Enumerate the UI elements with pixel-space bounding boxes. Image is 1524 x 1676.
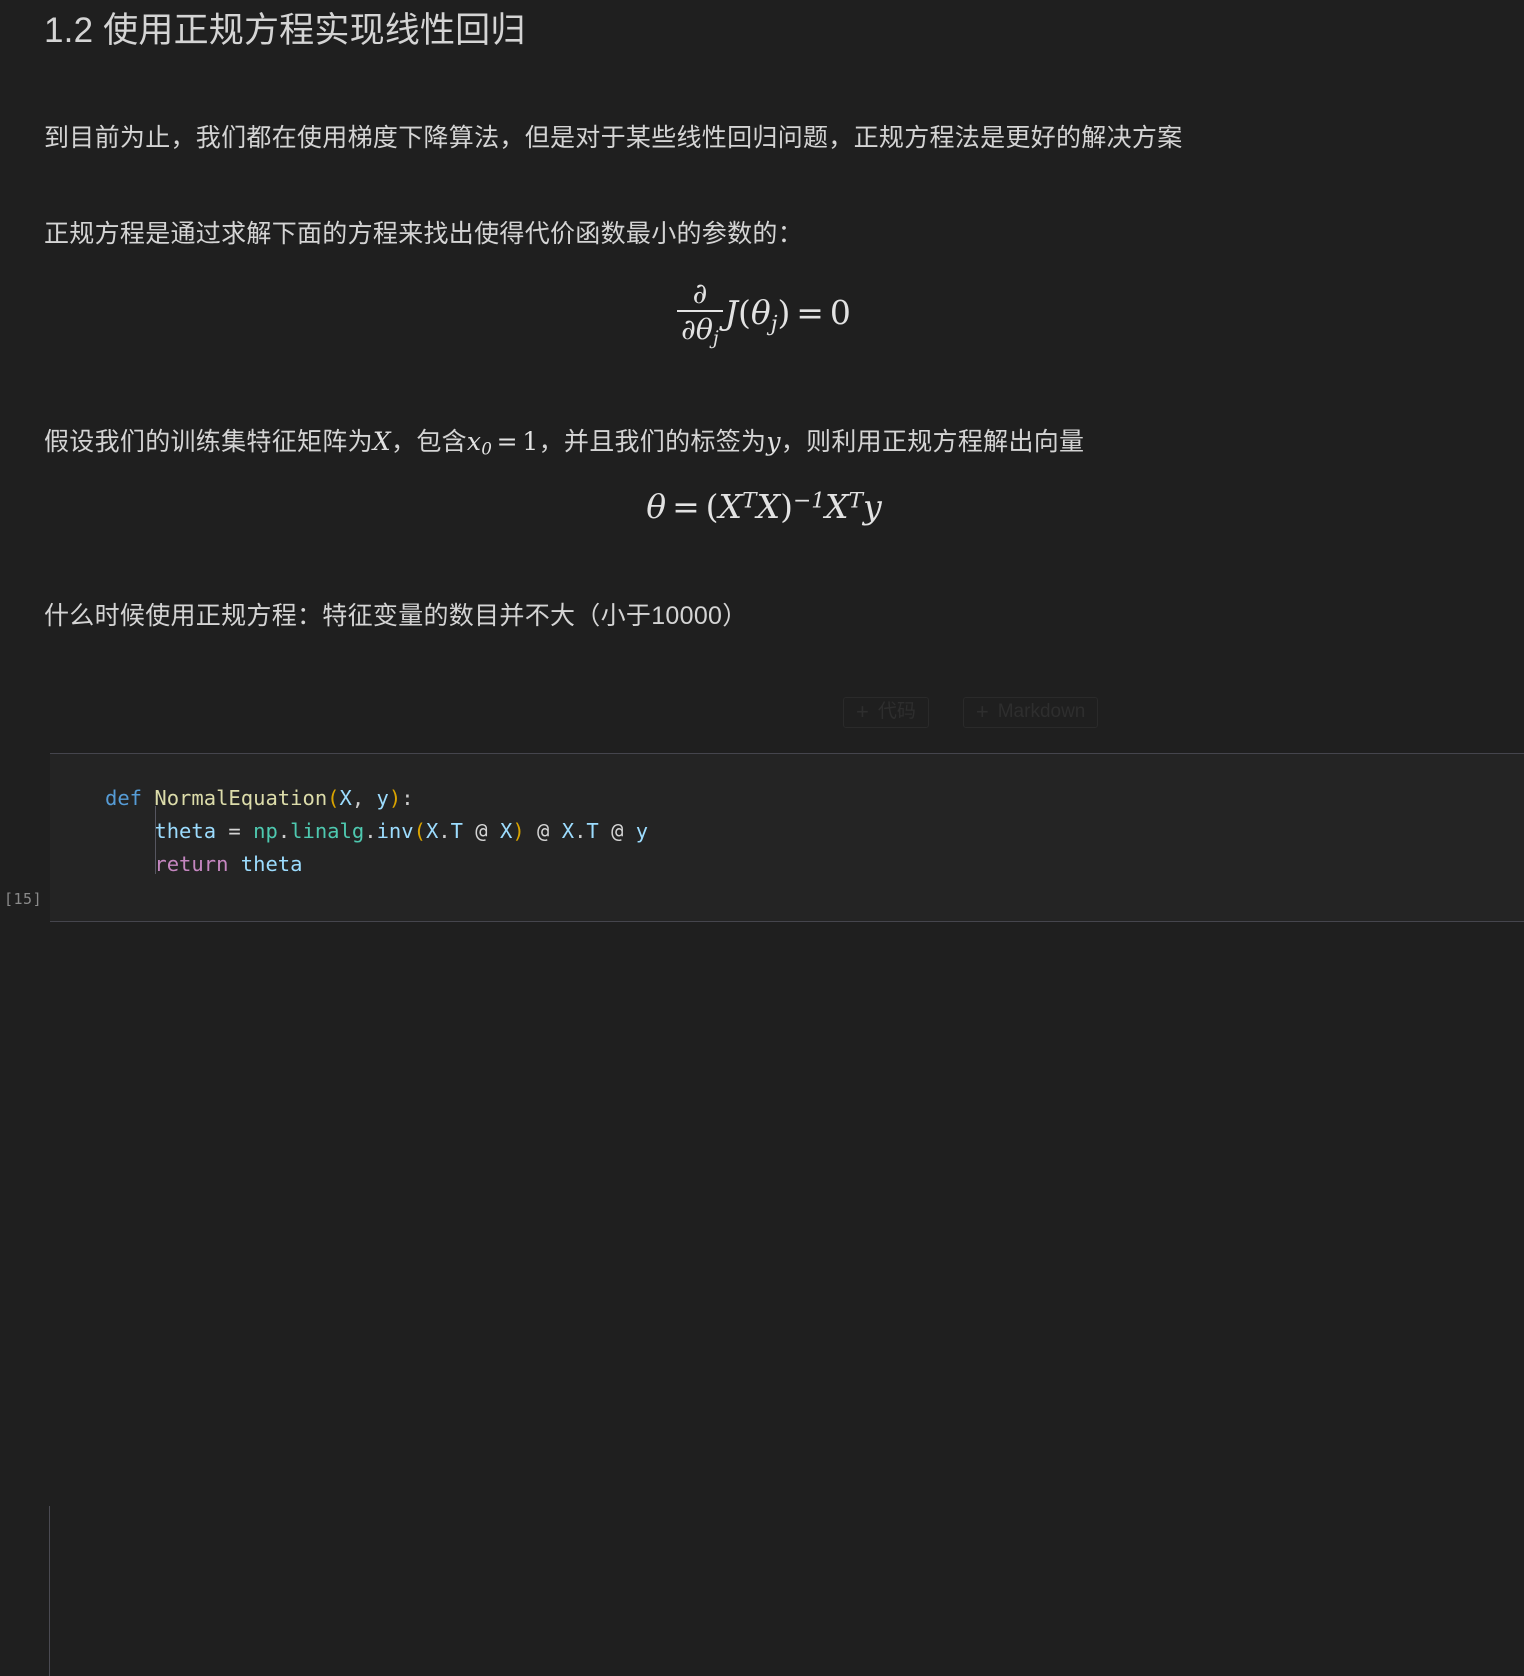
formula2-X-third: X — [825, 487, 849, 527]
formula2-X-first: X — [718, 487, 743, 527]
formula-arg-theta: θ — [750, 292, 771, 332]
markdown-cell[interactable]: 1.2 使用正规方程实现线性回归 到目前为止，我们都在使用梯度下降算法，但是对于… — [0, 0, 1524, 636]
formula2-X-second: X — [756, 487, 781, 527]
formula2-y: y — [863, 487, 882, 527]
code-token-punct: . — [277, 819, 291, 843]
paragraph-text-part-1: 假设我们的训练集特征矩阵为 — [44, 428, 373, 457]
paragraph-normal-equation-intro: 正规方程是通过求解下面的方程来找出使得代价函数最小的参数的： — [44, 220, 804, 248]
formula2-close-paren: ) — [780, 487, 793, 527]
code-token-punct: , — [351, 786, 377, 810]
code-token-function: NormalEquation — [154, 786, 328, 810]
formula2-transpose-first: T — [742, 488, 757, 514]
code-token-paren: ( — [413, 819, 426, 843]
code-token-paren: ( — [327, 786, 340, 810]
denominator-theta-subscript: j — [712, 328, 719, 350]
code-token-punct: . — [364, 819, 377, 843]
formula-partial-derivative: ∂ ∂θj J(θj) = 0 — [44, 276, 1484, 351]
execution-count-label: [15] — [4, 890, 43, 908]
code-cell[interactable]: def NormalEquation(X, y): theta = np.lin… — [50, 753, 1524, 922]
paragraph-intro: 到目前为止，我们都在使用梯度下降算法，但是对于某些线性回归问题，正规方程法是更好… — [44, 123, 1183, 152]
inline-var-x-subscript: 0 — [481, 439, 493, 459]
code-token-keyword-return: return — [154, 852, 229, 876]
paragraph-text-part-3: ，并且我们的标签为 — [538, 428, 767, 457]
indent-guide — [155, 806, 156, 874]
code-token-punct: : — [401, 786, 414, 810]
formula2-inverse-exponent: −1 — [792, 488, 826, 514]
formula2-transpose-second: T — [848, 488, 864, 514]
code-cell-container[interactable]: def NormalEquation(X, y): theta = np.lin… — [0, 753, 1524, 1676]
code-token-variable: X — [500, 819, 513, 843]
denominator-partial-symbol: ∂ — [681, 313, 696, 347]
code-token-attribute: T — [586, 819, 599, 843]
code-line[interactable]: def NormalEquation(X, y): — [50, 782, 1524, 815]
formula2-equals-sign: = — [672, 487, 700, 527]
add-markdown-cell-button[interactable]: + Markdown — [962, 697, 1099, 728]
inline-var-X: X — [372, 427, 392, 457]
paragraph-text-part-4: ，则利用正规方程解出向量 — [780, 428, 1085, 457]
formula-function-J: J — [724, 292, 738, 332]
code-token-operator: @ — [462, 819, 500, 843]
code-token-variable: X — [339, 786, 352, 810]
plus-icon: + — [975, 699, 989, 725]
add-cell-toolbar[interactable]: + 代码 + Markdown — [843, 697, 1099, 728]
paragraph-when-to-use: 什么时候使用正规方程：特征变量的数目并不大（小于10000） — [44, 602, 748, 631]
fraction-denominator: ∂θj — [677, 310, 723, 350]
code-token-operator: = — [216, 819, 254, 843]
code-token-paren: ) — [388, 786, 402, 810]
paragraph-training-set: 假设我们的训练集特征矩阵为X，包含x0 = 1，并且我们的标签为y，则利用正规方程解… — [44, 423, 1484, 462]
code-token-variable: y — [376, 786, 389, 810]
code-line[interactable]: return theta — [50, 848, 1524, 881]
code-token-punct: . — [574, 819, 587, 843]
formula-normal-equation: θ = (XTX)−1XTy — [44, 487, 1484, 526]
code-token-variable: X — [561, 819, 575, 843]
denominator-theta-symbol: θ — [695, 313, 713, 347]
formula-equals-sign: = — [796, 292, 824, 332]
paragraph-text-part-2: ，包含 — [391, 428, 467, 457]
code-editor[interactable]: def NormalEquation(X, y): theta = np.lin… — [50, 754, 1524, 881]
inline-equals-sign: = — [496, 427, 518, 457]
code-line[interactable]: theta = np.linalg.inv(X.T @ X) @ X.T @ y — [50, 815, 1524, 848]
code-token-punct: . — [438, 819, 451, 843]
code-token-keyword: def — [105, 786, 143, 810]
code-token-attribute: T — [450, 819, 463, 843]
code-token-module: np — [253, 819, 278, 843]
add-code-cell-label: 代码 — [877, 701, 916, 722]
inline-value-one: 1 — [522, 427, 539, 457]
page-title: 1.2 使用正规方程实现线性回归 — [44, 11, 526, 50]
inline-var-x: x — [466, 427, 482, 457]
formula-close-paren: ) — [777, 292, 791, 332]
inline-var-y: y — [766, 427, 781, 457]
formula-rhs-zero: 0 — [829, 292, 851, 332]
code-token-operator: @ — [524, 819, 562, 843]
formula-open-paren: ( — [737, 292, 751, 332]
fraction-numerator: ∂ — [692, 276, 708, 310]
code-token-variable: theta — [240, 852, 303, 876]
code-token-module: linalg — [290, 819, 365, 843]
code-token-variable: X — [425, 819, 439, 843]
plus-icon: + — [856, 699, 869, 725]
formula2-theta: θ — [646, 487, 667, 527]
code-token-attribute: inv — [376, 819, 414, 843]
fraction-partial: ∂ ∂θj — [677, 276, 723, 351]
code-token-paren: ) — [512, 819, 525, 843]
add-code-cell-button[interactable]: + 代码 — [843, 697, 929, 728]
code-token-variable: theta — [154, 819, 217, 843]
add-markdown-cell-label: Markdown — [997, 701, 1086, 722]
code-token-operator: @ — [598, 819, 636, 843]
code-token-variable: y — [635, 819, 649, 843]
formula2-open-paren: ( — [705, 487, 719, 527]
cell-gutter-divider — [49, 1506, 50, 1676]
